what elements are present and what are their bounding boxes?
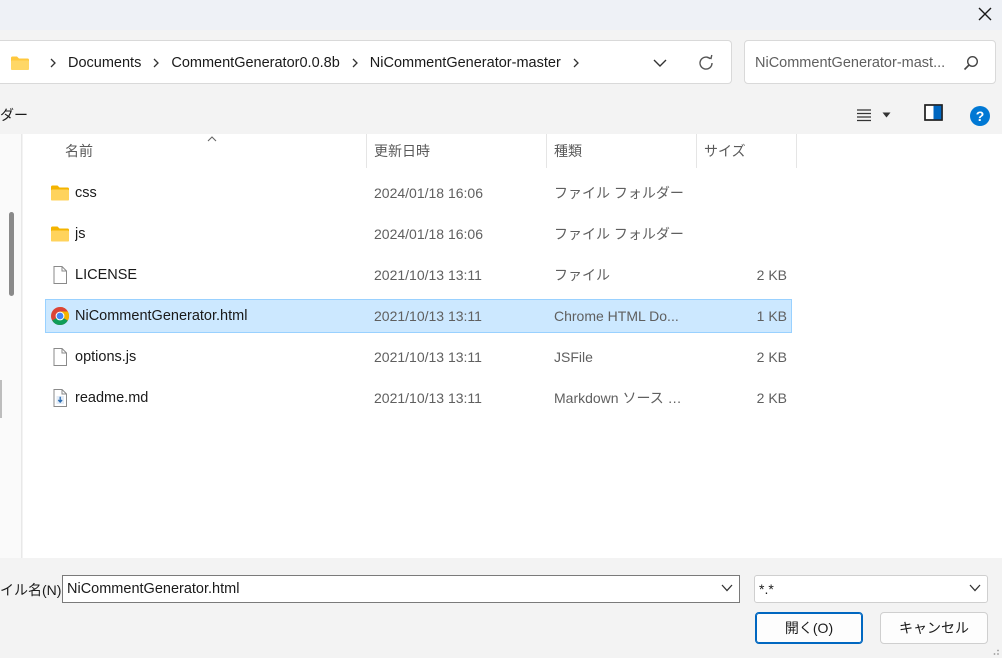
breadcrumb-item-documents[interactable]: Documents — [68, 55, 141, 71]
file-row-nicommentgenerator-html[interactable]: NiCommentGenerator.html 2021/10/13 13:11… — [45, 299, 792, 333]
file-icon — [53, 266, 67, 284]
column-header-row: 名前 更新日時 種類 サイズ — [23, 134, 1002, 168]
resize-grip-icon[interactable] — [990, 646, 1000, 656]
folder-icon — [51, 226, 69, 242]
dialog-footer: イル名(N): NiCommentGenerator.html *.* 開く(O… — [0, 558, 1002, 658]
column-header-type[interactable]: 種類 — [547, 134, 697, 168]
file-row-options-js[interactable]: options.js 2021/10/13 13:11 JSFile 2 KB — [45, 340, 792, 374]
column-header-date[interactable]: 更新日時 — [367, 134, 547, 168]
file-type: JSFile — [554, 349, 593, 365]
column-header-size-label: サイズ — [704, 143, 746, 159]
file-date: 2021/10/13 13:11 — [374, 308, 482, 324]
preview-pane-button[interactable] — [924, 104, 943, 124]
new-folder-button[interactable]: ダー — [0, 96, 28, 134]
view-options-button[interactable] — [856, 102, 902, 128]
close-button[interactable] — [968, 0, 1002, 28]
breadcrumb: Documents CommentGenerator0.0.8b NiComme… — [10, 41, 591, 85]
file-type: ファイル — [554, 267, 610, 283]
column-header-name[interactable]: 名前 — [23, 134, 367, 168]
chevron-down-icon — [653, 59, 667, 67]
file-name: css — [75, 185, 97, 201]
chevron-down-icon — [969, 584, 981, 592]
file-list: 名前 更新日時 種類 サイズ css 2024/01/18 16:06 ファイル… — [23, 134, 1002, 558]
file-size: 1 KB — [756, 308, 787, 324]
file-date: 2021/10/13 13:11 — [374, 349, 482, 365]
chevron-right-icon[interactable] — [572, 58, 580, 68]
chevron-right-icon[interactable] — [351, 58, 359, 68]
file-name: LICENSE — [75, 267, 138, 283]
file-row-js[interactable]: js 2024/01/18 16:06 ファイル フォルダー — [45, 217, 792, 251]
command-bar: ダー — [0, 96, 1002, 134]
file-name: js — [75, 226, 86, 242]
chevron-right-icon — [49, 58, 57, 68]
file-date: 2024/01/18 16:06 — [374, 185, 483, 201]
file-row-readme-md[interactable]: readme.md 2021/10/13 13:11 Markdown ソース … — [45, 381, 792, 415]
cancel-button[interactable]: キャンセル — [880, 612, 988, 644]
chevron-down-icon[interactable] — [721, 584, 733, 592]
folder-icon — [11, 56, 29, 70]
breadcrumb-item-commentgenerator[interactable]: CommentGenerator0.0.8b — [171, 55, 339, 71]
column-header-name-label: 名前 — [65, 143, 93, 159]
column-header-size[interactable]: サイズ — [697, 134, 797, 168]
filename-input[interactable]: NiCommentGenerator.html — [62, 575, 740, 603]
caret-down-icon — [882, 112, 891, 118]
file-row-license[interactable]: LICENSE 2021/10/13 13:11 ファイル 2 KB — [45, 258, 792, 292]
close-icon — [978, 7, 992, 21]
file-date: 2021/10/13 13:11 — [374, 267, 482, 283]
breadcrumb-item-nicommentgenerator-master[interactable]: NiCommentGenerator-master — [370, 55, 561, 71]
svg-text:?: ? — [976, 108, 985, 124]
folder-icon — [51, 185, 69, 201]
column-header-date-label: 更新日時 — [374, 143, 430, 159]
file-size: 2 KB — [756, 390, 787, 406]
file-type: ファイル フォルダー — [554, 226, 684, 242]
open-button[interactable]: 開く(O) — [755, 612, 863, 644]
file-type: Markdown ソース フ... — [554, 390, 686, 406]
search-icon — [963, 55, 979, 71]
preview-pane-icon — [924, 104, 943, 121]
file-date: 2024/01/18 16:06 — [374, 226, 483, 242]
chrome-icon — [51, 307, 70, 326]
navigation-pane[interactable] — [0, 134, 22, 558]
markdown-file-icon — [53, 389, 67, 407]
file-name: options.js — [75, 349, 137, 365]
filetype-value: *.* — [759, 581, 774, 597]
file-size: 2 KB — [756, 349, 787, 365]
column-header-type-label: 種類 — [554, 143, 582, 159]
title-bar — [0, 0, 1002, 30]
file-size: 2 KB — [756, 267, 787, 283]
file-name: readme.md — [75, 390, 149, 406]
search-placeholder: NiCommentGenerator-mast... — [755, 55, 946, 71]
chevron-right-icon[interactable] — [152, 58, 160, 68]
list-view-icon — [857, 109, 871, 122]
filename-label: イル名(N): — [0, 582, 66, 598]
navigation-item-indicator — [0, 380, 2, 418]
file-type: ファイル フォルダー — [554, 185, 684, 201]
help-button[interactable]: ? — [970, 106, 990, 129]
navigation-scrollbar[interactable] — [9, 212, 14, 296]
filetype-select[interactable]: *.* — [754, 575, 988, 603]
refresh-icon — [699, 54, 713, 70]
file-type: Chrome HTML Do... — [554, 308, 679, 324]
refresh-button[interactable] — [692, 51, 720, 75]
address-bar[interactable]: Documents CommentGenerator0.0.8b NiComme… — [0, 40, 732, 84]
file-date: 2021/10/13 13:11 — [374, 390, 482, 406]
file-name: NiCommentGenerator.html — [75, 308, 248, 324]
file-icon — [53, 348, 67, 366]
help-icon: ? — [970, 106, 990, 126]
address-history-button[interactable] — [646, 51, 674, 75]
search-input[interactable]: NiCommentGenerator-mast... — [744, 40, 996, 84]
sort-ascending-icon — [207, 136, 217, 142]
file-row-css[interactable]: css 2024/01/18 16:06 ファイル フォルダー — [45, 176, 792, 210]
filename-value: NiCommentGenerator.html — [67, 581, 240, 597]
